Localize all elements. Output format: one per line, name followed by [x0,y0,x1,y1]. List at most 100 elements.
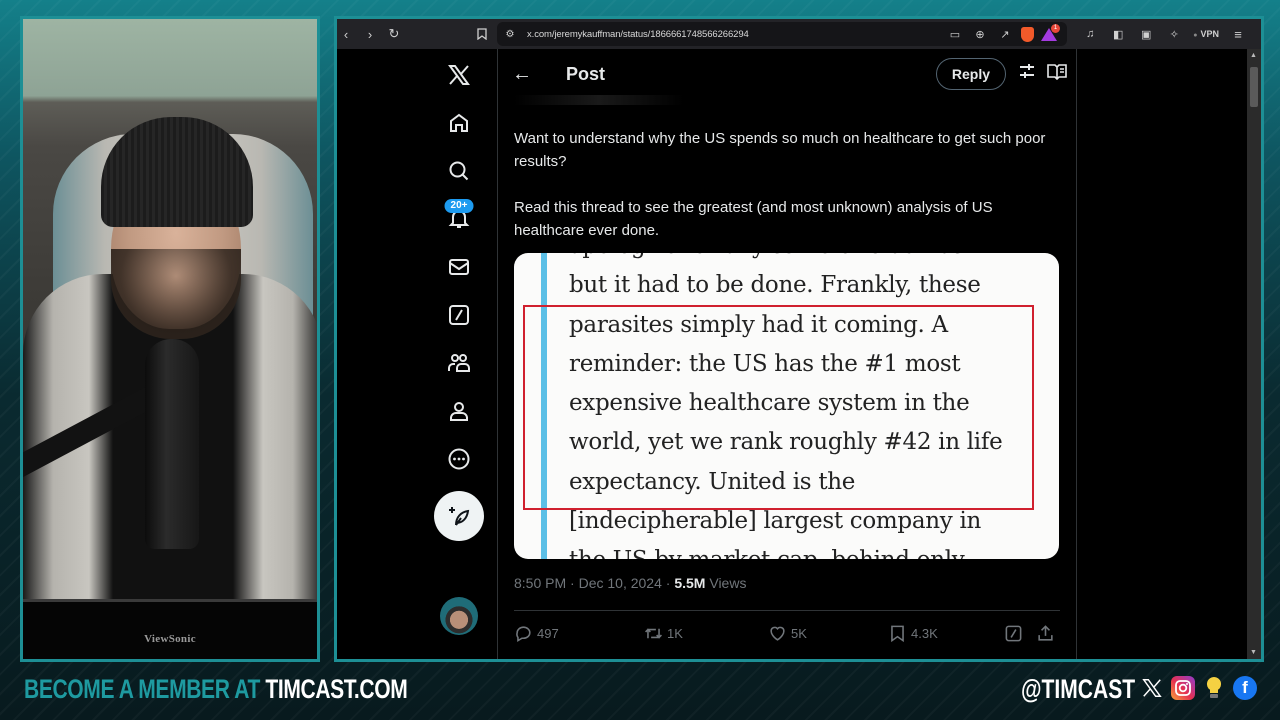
home-icon [450,113,468,132]
like-count: 5K [791,625,807,641]
scroll-thumb[interactable] [1250,67,1258,107]
rewards-badge: 1 [1051,23,1060,33]
vpn-button[interactable]: VPN [1193,29,1219,39]
share-action[interactable] [1036,624,1060,643]
x-page: 20+ ← Post Reply Want to understand why … [337,49,1249,659]
address-bar[interactable]: ⚙ x.com/jeremykauffman/status/1866661748… [497,22,1067,46]
bookmark-icon[interactable] [473,25,491,43]
facebook-icon: f [1233,676,1257,700]
nav-messages[interactable] [437,245,481,289]
like-action[interactable]: 5K [768,624,888,643]
nav-notifications[interactable]: 20+ [437,197,481,241]
image-text-line: but it had to be done. Frankly, these [569,272,981,299]
reader-mode-icon[interactable] [1047,62,1067,85]
reply-icon [516,625,531,642]
search-icon [449,161,469,181]
share-icon [1038,624,1053,641]
tweet-meta: 8:50 PM · Dec 10, 2024 · 5.5M Views [514,575,746,591]
image-text-line: apologize for any strife or traumas [569,253,1049,266]
tweet-paragraph: Read this thread to see the greatest (an… [514,199,993,239]
reply-action[interactable]: 497 [514,624,644,643]
scroll-down-icon[interactable]: ▼ [1250,649,1257,656]
social-handle: @TIMCAST [1021,674,1136,704]
tweet-paragraph: Want to understand why the US spends so … [514,130,1046,170]
repost-icon [645,627,662,639]
chevron-right-icon[interactable]: › [361,25,379,43]
tweet-time[interactable]: 8:50 PM [514,575,566,591]
compose-post-icon [449,507,470,526]
nav-controls: ‹ › ↻ [337,25,403,43]
scroll-up-icon[interactable]: ▲ [1250,52,1257,59]
profile-icon [450,402,468,421]
repost-action[interactable]: 1K [644,624,768,643]
communities-icon [448,354,470,372]
wallet-icon[interactable]: ▣ [1137,25,1155,43]
nav-communities[interactable] [437,341,481,385]
image-text-line: the US by market cap, behind only [569,541,1049,559]
author-line-obscured [514,95,684,105]
page-scrollbar[interactable]: ▲ ▼ [1247,49,1261,659]
brave-shields-icon[interactable] [1021,26,1034,42]
monitor-bezel [23,599,317,659]
nav-more[interactable] [437,437,481,481]
reply-button[interactable]: Reply [935,58,1006,90]
cta-prefix: BECOME A MEMBER AT [24,674,266,704]
brave-rewards-icon[interactable]: 1 [1041,23,1060,41]
cta-site: TIMCAST.COM [265,674,408,704]
hamburger-menu-icon[interactable]: ≡ [1229,25,1247,43]
views-count: 5.5M [674,575,706,591]
meta-separator: · [570,575,579,591]
nav-grok[interactable] [437,293,481,337]
nav-profile[interactable] [437,389,481,433]
compose-post-button[interactable] [434,491,484,541]
bookmark-count: 4.3K [911,625,938,641]
column-divider-right [1076,49,1077,659]
x-logo-icon[interactable] [437,53,481,97]
red-highlight-box [523,305,1034,510]
x-icon [1140,676,1164,700]
social-icons: f [1140,676,1257,700]
nav-explore[interactable] [437,149,481,193]
lightbulb-icon [1202,676,1226,700]
music-icon[interactable]: ♫ [1081,25,1099,43]
browser-window: ‹ › ↻ ⚙ x.com/jeremykauffman/status/1866… [334,16,1264,662]
account-avatar[interactable] [440,597,478,635]
site-settings-icon[interactable]: ⚙ [501,25,519,43]
bookmark-action[interactable]: 4.3K [888,624,1004,643]
grok-icon [1005,625,1022,641]
repost-count: 1K [667,625,683,641]
meta-divider [514,610,1060,611]
instagram-icon [1171,676,1195,700]
page-title: Post [566,63,606,84]
grok-action[interactable] [1004,624,1036,643]
browser-toolbar: ‹ › ↻ ⚙ x.com/jeremykauffman/status/1866… [337,19,1261,49]
reload-icon[interactable]: ↻ [385,25,403,43]
monitor-brand: ViewSonic [144,633,196,645]
more-icon [448,448,470,470]
tweet-image[interactable]: apologize for any strife or traumas but … [514,253,1059,559]
url-text[interactable]: x.com/jeremykauffman/status/186666174856… [527,29,749,40]
leo-ai-icon[interactable]: ✧ [1165,25,1183,43]
webcam-feed: ViewSonic [20,16,320,662]
cast-icon[interactable]: ▭ [946,25,964,43]
url-actions: ▭ ⊕ ↗ 1 [946,23,1060,43]
heart-icon [770,626,785,641]
chevron-left-icon[interactable]: ‹ [337,25,355,43]
zoom-icon[interactable]: ⊕ [971,25,989,43]
tweet-text: Want to understand why the US spends so … [514,127,1054,265]
settings-sliders-icon[interactable] [1018,62,1036,85]
views-label: Views [709,575,747,591]
back-arrow-icon[interactable]: ← [512,63,536,86]
post-header: ← Post Reply [498,49,1076,99]
nav-home[interactable] [437,101,481,145]
microphone [145,339,199,549]
grok-icon [449,305,469,325]
share-icon[interactable]: ↗ [996,25,1014,43]
x-sidebar: 20+ [421,49,497,659]
bookmark-icon [891,625,904,642]
browser-extensions: ♫ ◧ ▣ ✧ VPN ≡ [1081,25,1247,43]
tweet-actions: 497 1K 5K 4.3K [514,621,1060,645]
sidebar-icon[interactable]: ◧ [1109,25,1127,43]
tweet-date[interactable]: Dec 10, 2024 [579,575,662,591]
membership-cta: BECOME A MEMBER AT TIMCAST.COM [24,674,408,705]
